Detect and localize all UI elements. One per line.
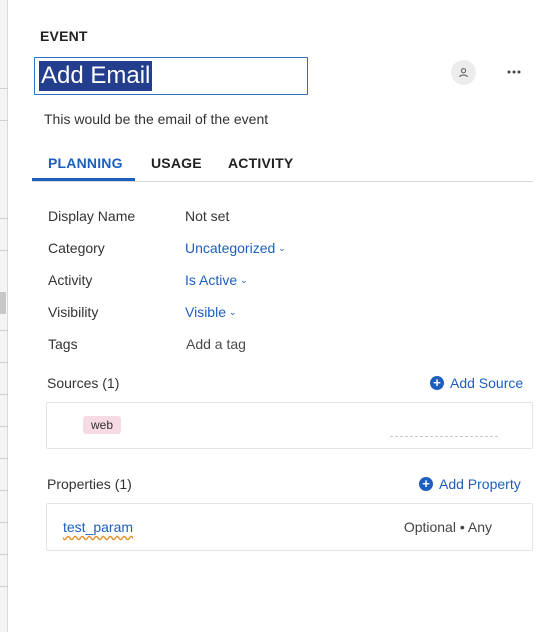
chevron-down-icon: ⌄ <box>240 275 248 285</box>
chevron-down-icon: ⌄ <box>229 307 237 317</box>
row-divider <box>0 554 8 555</box>
category-value: Uncategorized <box>185 240 276 256</box>
add-property-button[interactable]: + Add Property <box>419 476 521 492</box>
add-source-label: Add Source <box>450 375 524 391</box>
field-label-display-name: Display Name <box>48 208 136 224</box>
tab-activity[interactable]: ACTIVITY <box>228 155 293 171</box>
add-source-button[interactable]: + Add Source <box>430 375 523 391</box>
tab-usage[interactable]: USAGE <box>151 155 202 171</box>
visibility-value: Visible <box>185 304 226 320</box>
source-chip[interactable]: web <box>83 416 122 434</box>
add-tag-input[interactable]: Add a tag <box>186 336 246 352</box>
more-options-button[interactable] <box>503 62 525 82</box>
add-property-label: Add Property <box>439 476 521 492</box>
row-divider <box>0 458 8 459</box>
row-divider <box>0 362 8 363</box>
field-label-visibility: Visibility <box>48 304 99 320</box>
event-kind-label: EVENT <box>40 28 88 44</box>
activity-dropdown[interactable]: Is Active ⌄ <box>185 272 248 288</box>
property-row[interactable]: test_param Optional • Any <box>46 503 533 551</box>
field-label-category: Category <box>48 240 105 256</box>
tab-bar: PLANNING USAGE ACTIVITY <box>32 146 533 182</box>
row-divider <box>0 250 8 251</box>
category-dropdown[interactable]: Uncategorized ⌄ <box>185 240 286 256</box>
scrollbar-thumb[interactable] <box>0 292 6 314</box>
row-divider <box>0 426 8 427</box>
visibility-dropdown[interactable]: Visible ⌄ <box>185 304 237 320</box>
row-divider <box>0 522 8 523</box>
properties-section-title: Properties (1) <box>47 476 132 492</box>
active-tab-indicator <box>32 178 135 181</box>
row-divider <box>0 586 8 587</box>
display-name-value[interactable]: Not set <box>185 208 229 224</box>
more-horizontal-icon <box>507 70 521 74</box>
assign-user-button[interactable] <box>451 60 476 85</box>
sources-section-title: Sources (1) <box>47 375 120 391</box>
row-divider <box>0 490 8 491</box>
row-divider <box>0 330 8 331</box>
row-divider <box>0 394 8 395</box>
row-divider <box>0 218 8 219</box>
row-divider <box>0 88 8 89</box>
event-name-input[interactable]: Add Email <box>34 57 308 95</box>
field-label-activity: Activity <box>48 272 93 288</box>
user-icon <box>459 68 468 78</box>
dashed-placeholder-line <box>390 436 498 437</box>
field-label-tags: Tags <box>48 336 78 352</box>
selected-title-text[interactable]: Add Email <box>39 61 153 91</box>
left-pane-edge <box>0 0 8 632</box>
sources-list: web <box>46 402 533 449</box>
property-name-link[interactable]: test_param <box>63 519 133 535</box>
event-description[interactable]: This would be the email of the event <box>44 111 268 127</box>
plus-circle-icon: + <box>419 477 433 491</box>
activity-value: Is Active <box>185 272 238 288</box>
property-presence-type: Optional • Any <box>403 519 492 535</box>
row-divider <box>0 120 8 121</box>
tab-planning[interactable]: PLANNING <box>48 155 123 171</box>
plus-circle-icon: + <box>430 376 444 390</box>
chevron-down-icon: ⌄ <box>278 243 286 253</box>
